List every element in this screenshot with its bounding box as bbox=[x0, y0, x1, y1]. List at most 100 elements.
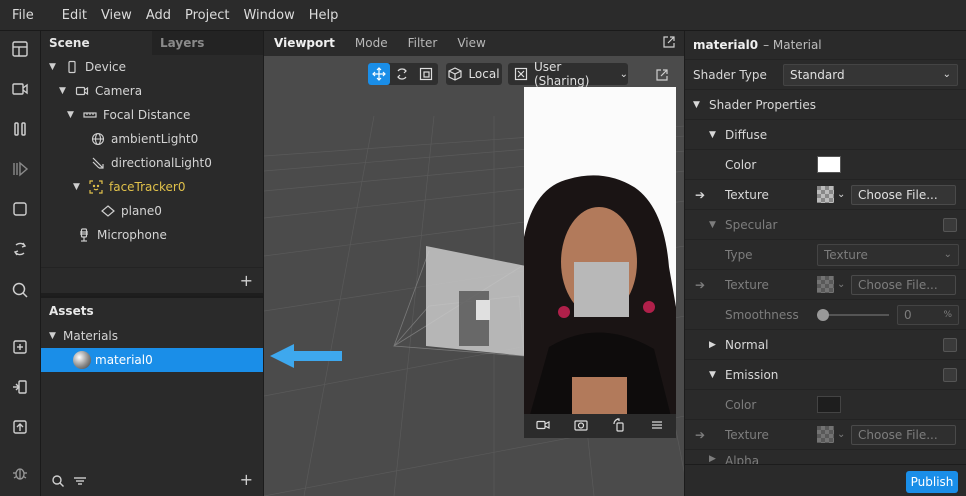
normal-row[interactable]: ▶ Normal bbox=[685, 330, 966, 360]
smoothness-slider-handle[interactable] bbox=[817, 309, 829, 321]
import-icon[interactable] bbox=[9, 376, 31, 398]
expand-arrow-icon[interactable]: ▼ bbox=[49, 55, 63, 79]
bug-icon[interactable] bbox=[9, 462, 31, 484]
tree-item-camera[interactable]: ▼ Camera bbox=[59, 79, 142, 103]
tree-label: ambientLight0 bbox=[111, 132, 199, 146]
step-forward-icon[interactable] bbox=[9, 158, 31, 180]
tree-label: faceTracker0 bbox=[109, 180, 186, 194]
menu-view[interactable]: View bbox=[94, 0, 139, 31]
diffuse-color-swatch[interactable] bbox=[817, 156, 841, 173]
choose-file-button[interactable]: Choose File... bbox=[851, 275, 956, 295]
menu-add[interactable]: Add bbox=[139, 0, 178, 31]
tab-view[interactable]: View bbox=[447, 31, 495, 56]
tab-filter[interactable]: Filter bbox=[398, 31, 448, 56]
chevron-down-icon[interactable]: ⌄ bbox=[837, 279, 845, 290]
move-icon[interactable] bbox=[368, 63, 390, 85]
shader-type-select[interactable]: Standard ⌄ bbox=[783, 63, 958, 86]
menu-project[interactable]: Project bbox=[178, 0, 236, 31]
tree-item-device[interactable]: ▼ Device bbox=[49, 55, 126, 79]
tree-item-ambient-light[interactable]: ambientLight0 bbox=[89, 127, 198, 151]
specular-row[interactable]: ▼ Specular bbox=[685, 210, 966, 240]
rotate-icon[interactable] bbox=[390, 67, 414, 81]
texture-label: Texture bbox=[725, 427, 769, 442]
specular-type-select[interactable]: Texture ⌄ bbox=[817, 243, 959, 266]
tab-scene[interactable]: Scene bbox=[41, 31, 152, 55]
link-arrow-icon[interactable]: ➔ bbox=[695, 428, 705, 442]
alpha-row[interactable]: ▶ Alpha bbox=[685, 450, 966, 464]
menu-help[interactable]: Help bbox=[302, 0, 346, 31]
video-icon[interactable] bbox=[9, 78, 31, 100]
texture-thumbnail[interactable] bbox=[817, 276, 834, 293]
texture-thumbnail[interactable] bbox=[817, 426, 834, 443]
tab-layers[interactable]: Layers bbox=[152, 31, 263, 55]
expand-arrow-icon[interactable]: ▼ bbox=[709, 370, 716, 380]
menu-window[interactable]: Window bbox=[236, 0, 301, 31]
scale-icon[interactable] bbox=[414, 67, 438, 81]
tree-item-focal-distance[interactable]: ▼ Focal Distance bbox=[67, 103, 190, 127]
tab-mode[interactable]: Mode bbox=[345, 31, 398, 56]
specular-checkbox[interactable] bbox=[943, 218, 957, 232]
chevron-down-icon[interactable]: ⌄ bbox=[837, 189, 845, 200]
pause-icon[interactable] bbox=[9, 118, 31, 140]
normal-checkbox[interactable] bbox=[943, 338, 957, 352]
menu-file[interactable]: File bbox=[0, 0, 41, 31]
person-photo bbox=[524, 87, 676, 436]
asset-item-material0[interactable]: material0 bbox=[41, 348, 263, 372]
pop-out-icon[interactable] bbox=[656, 69, 668, 84]
layout-icon[interactable] bbox=[9, 38, 31, 60]
expand-arrow-icon[interactable]: ▼ bbox=[49, 324, 63, 348]
link-arrow-icon[interactable]: ➔ bbox=[695, 188, 705, 202]
link-arrow-icon[interactable]: ➔ bbox=[695, 278, 705, 292]
add-asset-button[interactable]: + bbox=[240, 470, 253, 489]
tree-item-plane[interactable]: plane0 bbox=[99, 199, 162, 223]
tree-item-microphone[interactable]: Microphone bbox=[75, 223, 167, 247]
add-box-icon[interactable] bbox=[9, 336, 31, 358]
camera-label: User (Sharing) bbox=[534, 60, 590, 88]
expand-arrow-icon[interactable]: ▼ bbox=[73, 175, 87, 199]
rotate-device-icon[interactable] bbox=[612, 417, 626, 435]
search-icon[interactable] bbox=[51, 474, 65, 491]
smoothness-slider-track[interactable] bbox=[819, 314, 889, 316]
switch-camera-icon[interactable] bbox=[574, 418, 588, 435]
expand-arrow-icon[interactable]: ▼ bbox=[693, 100, 700, 110]
tab-viewport[interactable]: Viewport bbox=[264, 31, 345, 56]
tree-item-face-tracker[interactable]: ▼ faceTracker0 bbox=[73, 175, 185, 199]
video-icon[interactable] bbox=[536, 418, 550, 435]
expand-arrow-icon[interactable]: ▼ bbox=[67, 103, 81, 127]
emission-color-row: Color bbox=[685, 390, 966, 420]
collapse-arrow-icon[interactable]: ▶ bbox=[709, 454, 716, 464]
menu-icon[interactable] bbox=[650, 418, 664, 435]
emission-row[interactable]: ▼ Emission bbox=[685, 360, 966, 390]
inspector-header: material0 – Material bbox=[685, 31, 966, 60]
smoothness-input[interactable]: 0 % bbox=[897, 305, 959, 325]
expand-arrow-icon[interactable]: ▼ bbox=[709, 130, 716, 140]
refresh-icon[interactable] bbox=[9, 238, 31, 260]
expand-arrow-icon[interactable]: ▼ bbox=[59, 79, 73, 103]
choose-file-button[interactable]: Choose File... bbox=[851, 425, 956, 445]
add-scene-object-button[interactable]: + bbox=[240, 271, 253, 290]
shader-properties-row[interactable]: ▼ Shader Properties bbox=[685, 90, 966, 120]
tree-label: directionalLight0 bbox=[111, 156, 212, 170]
search-icon[interactable] bbox=[9, 279, 31, 301]
menu-edit[interactable]: Edit bbox=[55, 0, 94, 31]
asset-group-materials[interactable]: ▼ Materials bbox=[49, 324, 118, 348]
diffuse-texture-row: ➔ Texture ⌄ Choose File... bbox=[685, 180, 966, 210]
emission-checkbox[interactable] bbox=[943, 368, 957, 382]
camera-select[interactable]: User (Sharing) ⌄ bbox=[508, 60, 628, 88]
filter-icon[interactable] bbox=[73, 474, 87, 491]
chevron-down-icon[interactable]: ⌄ bbox=[837, 429, 845, 440]
stop-icon[interactable] bbox=[9, 198, 31, 220]
collapse-arrow-icon[interactable]: ▶ bbox=[709, 340, 716, 350]
publish-button[interactable]: Publish bbox=[906, 471, 958, 493]
texture-thumbnail[interactable] bbox=[817, 186, 834, 203]
external-link-icon[interactable] bbox=[663, 36, 675, 51]
tree-item-directional-light[interactable]: directionalLight0 bbox=[89, 151, 212, 175]
scene-panel: Scene Layers ▼ Device ▼ Camera ▼ Focal D… bbox=[41, 31, 263, 293]
emission-color-swatch[interactable] bbox=[817, 396, 841, 413]
type-label: Type bbox=[725, 247, 753, 262]
expand-arrow-icon[interactable]: ▼ bbox=[709, 220, 716, 230]
local-toggle[interactable]: Local bbox=[446, 63, 502, 85]
choose-file-button[interactable]: Choose File... bbox=[851, 185, 956, 205]
diffuse-row[interactable]: ▼ Diffuse bbox=[685, 120, 966, 150]
upload-icon[interactable] bbox=[9, 416, 31, 438]
